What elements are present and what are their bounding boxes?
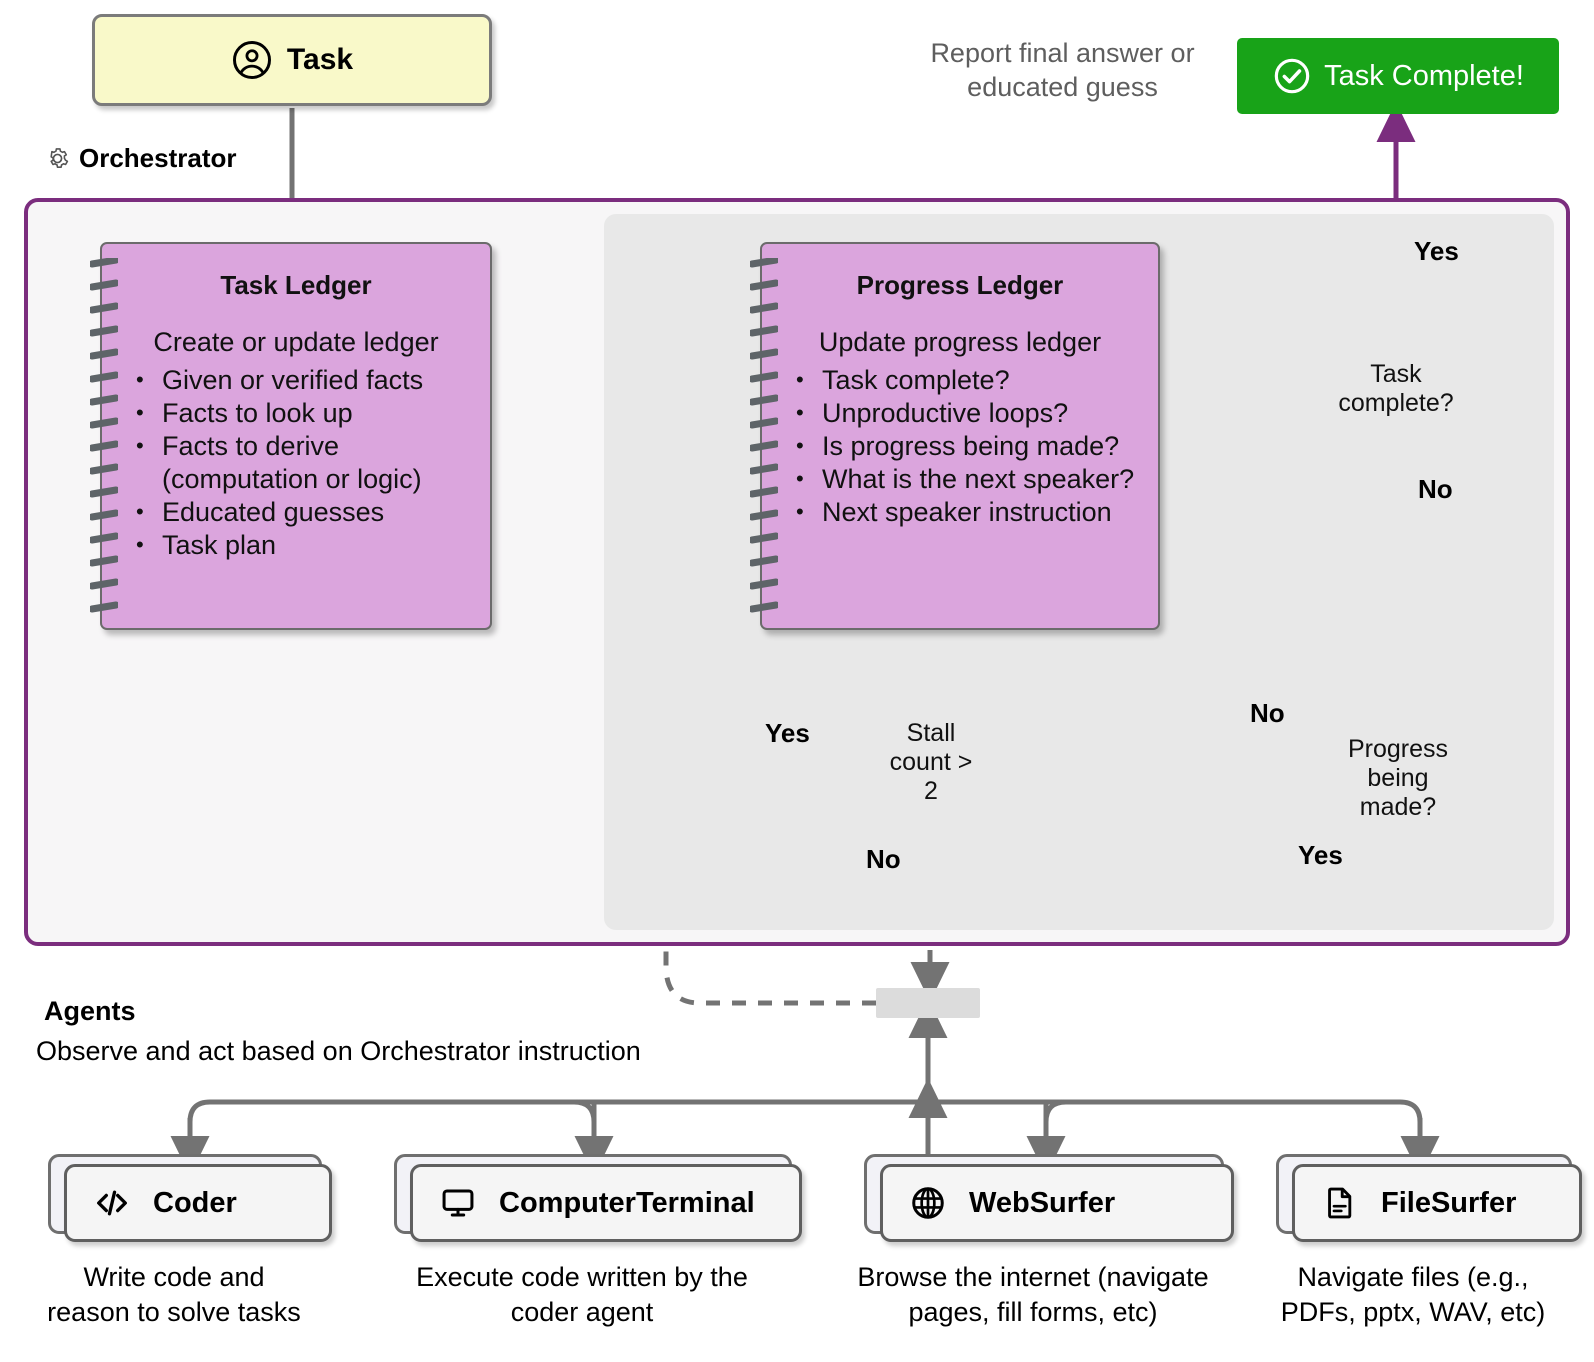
task-ledger-subtitle: Create or update ledger: [153, 327, 439, 357]
decision-progress-made-line3: made?: [1359, 792, 1437, 821]
list-item: Task plan: [136, 528, 480, 562]
edge-bus-to-websurfer-curve: [1043, 1099, 1067, 1123]
card-front[interactable]: ComputerTerminal: [410, 1164, 802, 1242]
agent-caption: Browse the internet (navigate pages, fil…: [857, 1262, 1209, 1327]
gear-icon: [50, 148, 69, 168]
decision-stall-count-line1: Stall: [906, 718, 956, 747]
agents-section-subtitle: Observe and act based on Orchestrator in…: [36, 1036, 641, 1066]
decision-progress-made-line1: Progress: [1347, 734, 1449, 763]
check-circle-icon: [1274, 58, 1310, 94]
edge-label-task-complete-yes: Yes: [1414, 236, 1459, 266]
decision-task-complete-line1: Task: [1370, 360, 1422, 388]
report-note: Report final answer or educated guess: [930, 38, 1195, 102]
agent-name: Coder: [153, 1186, 237, 1219]
decision-task-complete[interactable]: Task complete?: [1292, 282, 1500, 496]
task-ledger-list: Given or verified facts Facts to look up…: [102, 363, 490, 562]
progress-ledger-list: Task complete? Unproductive loops? Is pr…: [762, 363, 1158, 529]
agents-section-title: Agents: [44, 996, 136, 1026]
edge-bus-to-terminal-curve: [573, 1099, 597, 1123]
monitor-icon: [442, 1189, 474, 1217]
task-ledger-title: Task Ledger: [220, 270, 372, 300]
list-item: Educated guesses: [136, 495, 480, 529]
progress-ledger-subtitle: Update progress ledger: [818, 327, 1102, 357]
spiral-binding-icon: [90, 258, 118, 613]
list-item: Next speaker instruction: [796, 495, 1148, 529]
card-front[interactable]: FileSurfer: [1292, 1164, 1582, 1242]
list-item: Unproductive loops?: [796, 396, 1148, 430]
list-item: Task complete?: [796, 363, 1148, 397]
card-front[interactable]: WebSurfer: [880, 1164, 1234, 1242]
edge-label-task-complete-no: No: [1418, 474, 1453, 504]
agent-name: ComputerTerminal: [499, 1186, 755, 1219]
edge-label-progress-made-yes: Yes: [1298, 840, 1343, 870]
agent-name: WebSurfer: [969, 1186, 1116, 1219]
decision-task-complete-line2: complete?: [1338, 389, 1454, 417]
user-circle-icon: [232, 41, 271, 79]
agent-caption: Navigate files (e.g., PDFs, pptx, WAV, e…: [1280, 1262, 1546, 1327]
decision-stall-count-line2: count >: [889, 747, 973, 776]
decision-stall-count[interactable]: Stall count > 2: [828, 654, 1034, 870]
agent-caption: Write code and reason to solve tasks: [47, 1262, 301, 1327]
list-item: Facts to look up: [136, 396, 480, 430]
agent-caption: Execute code written by the coder agent: [416, 1262, 748, 1327]
task-complete-label: Task Complete!: [1324, 59, 1524, 92]
edge-label-stall-count-yes: Yes: [765, 718, 810, 748]
list-item: Is progress being made?: [796, 429, 1148, 463]
progress-ledger-title: Progress Ledger: [856, 270, 1064, 300]
edge-label-stall-count-no: No: [866, 844, 901, 874]
task-label: Task: [286, 43, 354, 76]
progress-ledger-card[interactable]: Progress Ledger Update progress ledger T…: [750, 242, 1160, 630]
decision-progress-made-line2: being: [1367, 763, 1429, 792]
document-icon: [1328, 1187, 1352, 1219]
diagram-canvas: Task Report final answer or educated gue…: [0, 0, 1594, 1362]
agent-hub-connector: [876, 988, 980, 1018]
list-item: Given or verified facts: [136, 363, 480, 397]
agent-name: FileSurfer: [1381, 1186, 1517, 1219]
orchestrator-title: Orchestrator: [44, 143, 237, 174]
orchestrator-label: Orchestrator: [79, 143, 237, 173]
spiral-binding-icon: [750, 258, 778, 613]
globe-icon: [912, 1187, 944, 1219]
decision-stall-count-line3: 2: [924, 776, 938, 805]
list-item: Facts to derive (computation or logic): [136, 429, 480, 496]
card-front[interactable]: Coder: [64, 1164, 332, 1242]
task-complete-box[interactable]: Task Complete!: [1237, 38, 1559, 114]
code-icon: [97, 1190, 127, 1216]
task-box[interactable]: Task: [92, 14, 492, 106]
list-item: What is the next speaker?: [796, 462, 1148, 496]
edge-label-progress-made-no: No: [1250, 698, 1285, 728]
task-ledger-card[interactable]: Task Ledger Create or update ledger Give…: [90, 242, 492, 630]
edge-agent-bus: [187, 1099, 1423, 1123]
